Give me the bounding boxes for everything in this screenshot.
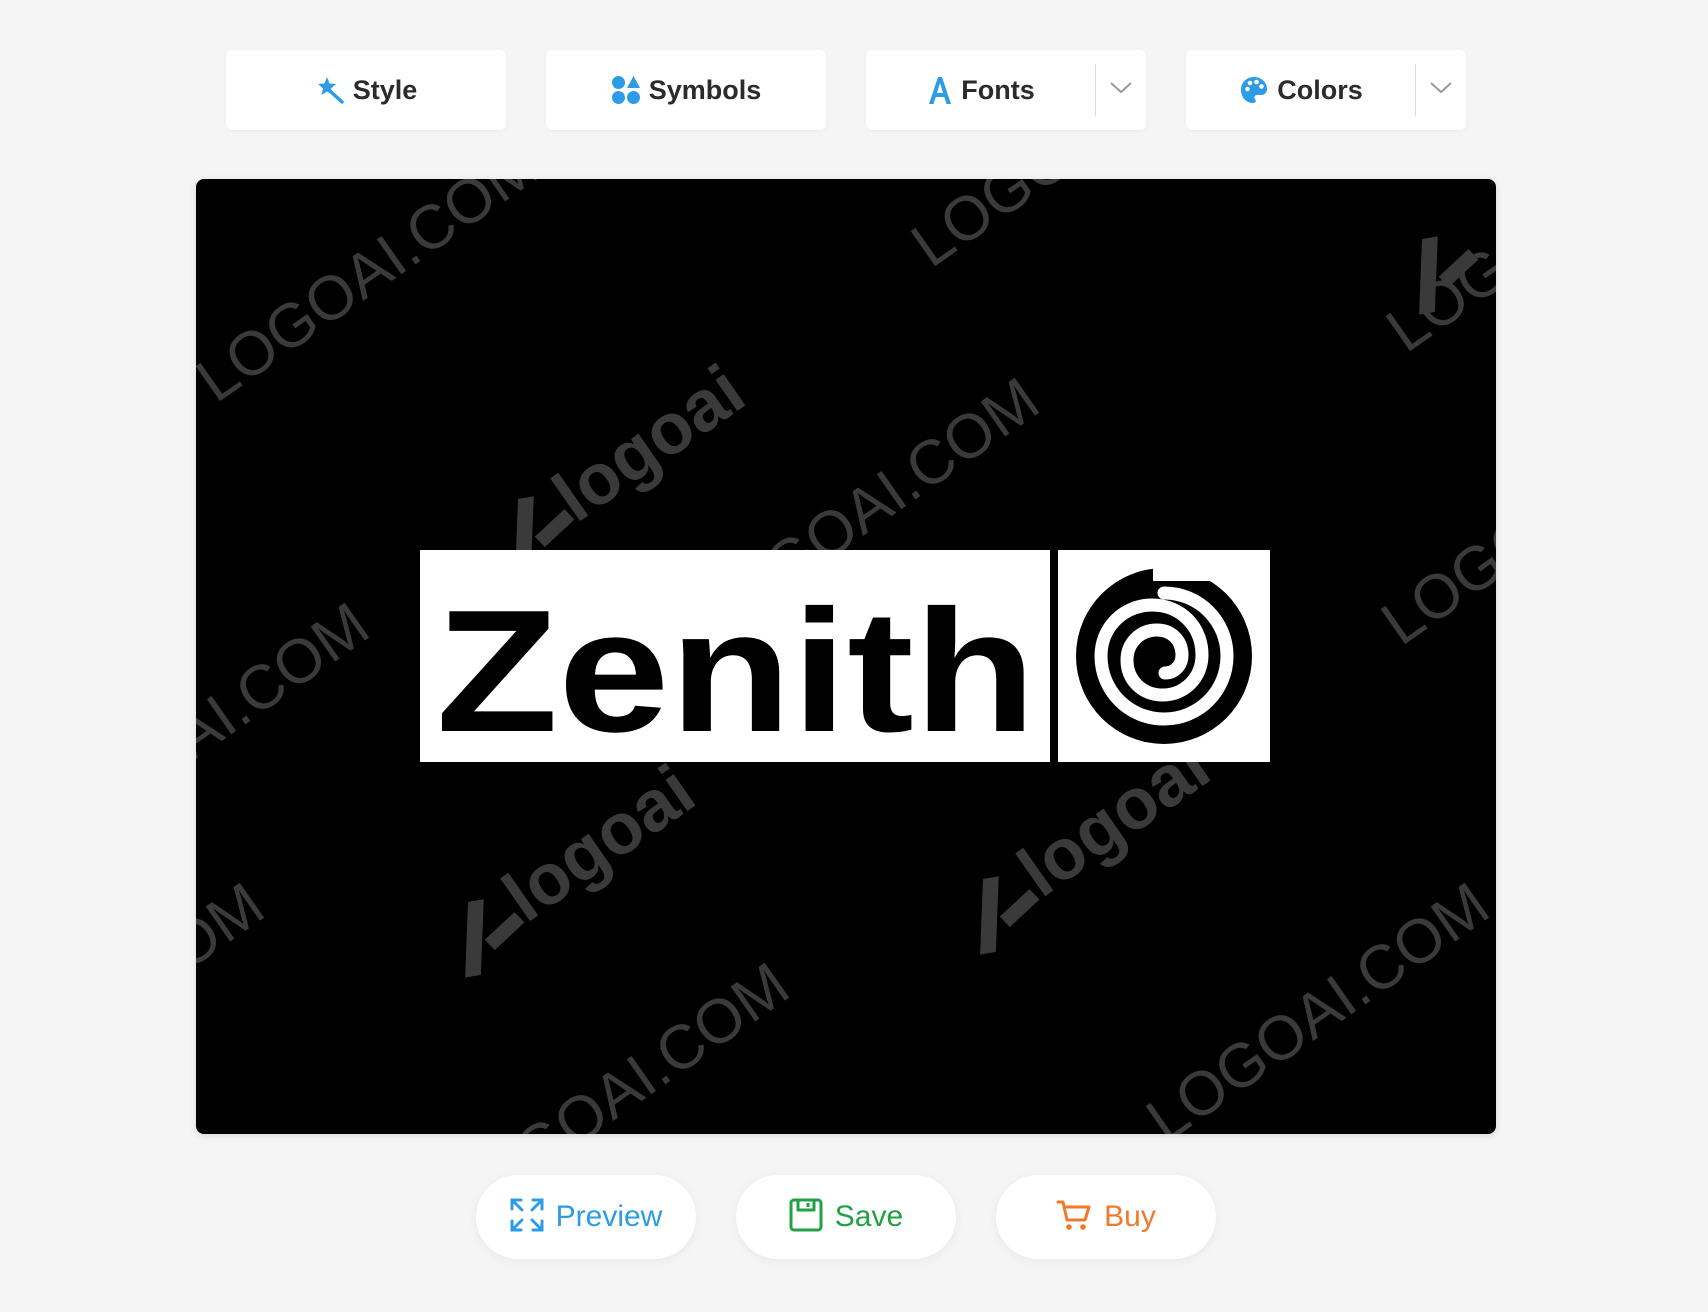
colors-button[interactable]: Colors: [1186, 50, 1466, 130]
fonts-label: Fonts: [961, 74, 1035, 105]
expand-icon: [510, 1198, 544, 1237]
symbols-label: Symbols: [648, 74, 762, 105]
logo-artwork: LOGOAI.COM LOGOAI.COM LOGOAI.COM LOGOAI.…: [196, 179, 1496, 1134]
font-a-icon: [927, 75, 953, 105]
symbols-button[interactable]: Symbols: [546, 50, 826, 130]
colors-dropdown-toggle[interactable]: [1415, 64, 1466, 116]
magic-wand-icon: [315, 75, 345, 105]
watermark-domain: LOGOAI.COM: [196, 590, 381, 876]
chevron-down-icon: [1109, 81, 1133, 100]
watermark-domain: LOGOAI.COM: [899, 179, 1266, 280]
logo-brand-name: Zenith: [436, 573, 1036, 768]
watermark-domain: LOGOAI.COM: [434, 950, 801, 1134]
watermark-domain: LOGOAI.COM: [196, 179, 551, 415]
shopping-cart-icon: [1056, 1198, 1092, 1237]
fonts-dropdown-toggle[interactable]: [1095, 64, 1146, 116]
fonts-button[interactable]: Fonts: [866, 50, 1146, 130]
save-label: Save: [834, 1200, 904, 1233]
action-bar: Preview Save Buy: [0, 1175, 1708, 1259]
zenith-logo: Zenith: [420, 550, 1270, 768]
logo-preview-canvas: LOGOAI.COM LOGOAI.COM LOGOAI.COM LOGOAI.…: [196, 179, 1496, 1134]
preview-button[interactable]: Preview: [476, 1175, 696, 1259]
watermark-brand: logoai: [539, 350, 759, 537]
editor-toolbar: Style Symbols Fonts Colors: [0, 50, 1708, 130]
floppy-disk-icon: [789, 1198, 823, 1237]
preview-label: Preview: [555, 1200, 663, 1233]
watermark-brand: logoai: [489, 750, 709, 937]
watermark-domain: LOGOAI.COM: [1134, 870, 1496, 1134]
shapes-icon: [611, 75, 641, 105]
colors-label: Colors: [1277, 74, 1363, 105]
buy-label: Buy: [1104, 1200, 1156, 1233]
watermark-domain: LOGOAI.COM: [196, 870, 276, 1134]
style-label: Style: [352, 74, 418, 105]
style-button[interactable]: Style: [226, 50, 506, 130]
palette-icon: [1239, 75, 1269, 105]
chevron-down-icon: [1429, 81, 1453, 100]
buy-button[interactable]: Buy: [996, 1175, 1216, 1259]
watermark-domain: LOGOAI.COM: [1369, 373, 1496, 659]
save-button[interactable]: Save: [736, 1175, 956, 1259]
